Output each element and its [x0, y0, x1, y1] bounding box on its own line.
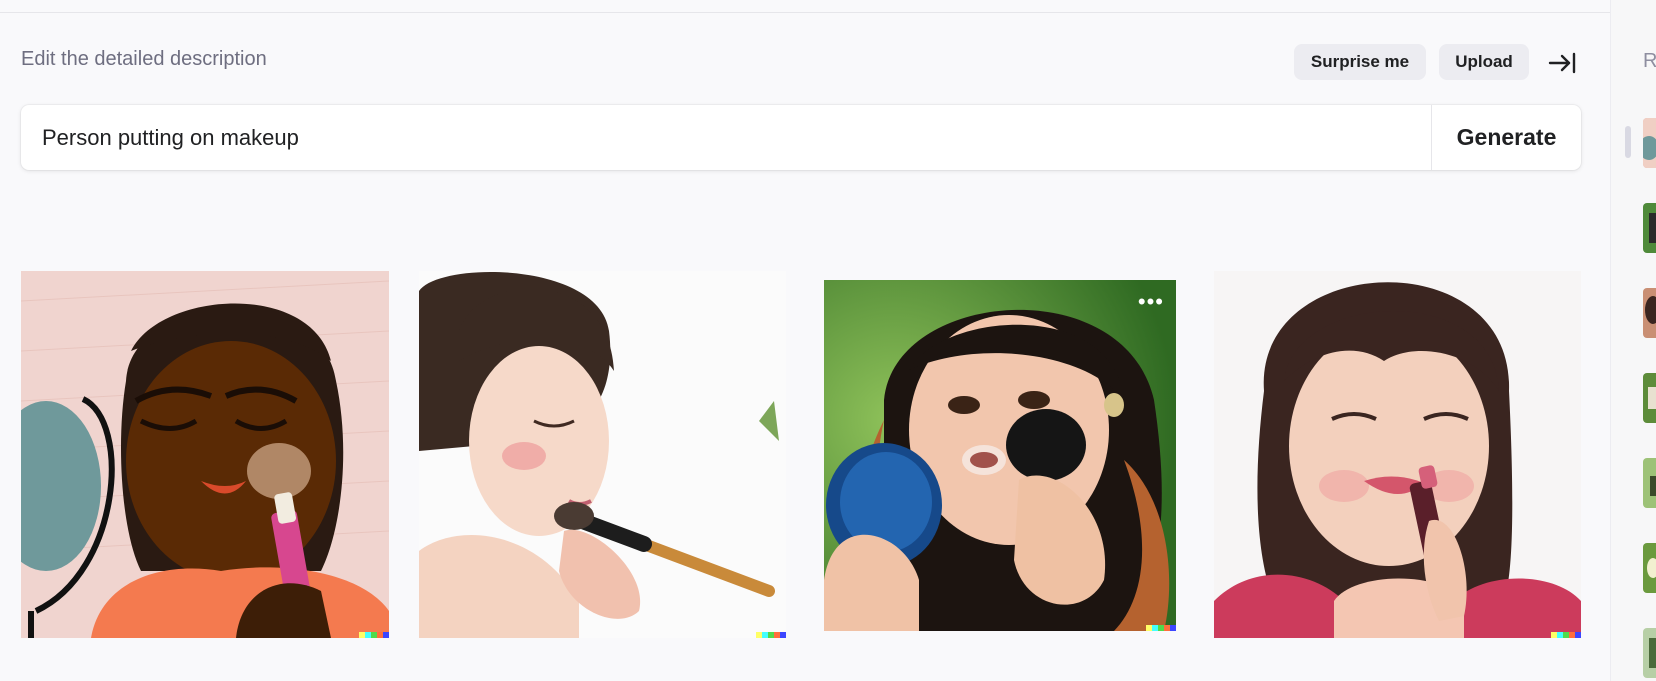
prompt-bar: Generate: [21, 105, 1581, 170]
generated-image-2[interactable]: [419, 271, 786, 638]
history-thumbnail[interactable]: [1643, 543, 1656, 593]
history-thumbnail[interactable]: [1643, 628, 1656, 678]
dalle-signature: [1146, 625, 1176, 631]
upload-button[interactable]: Upload: [1439, 44, 1529, 80]
generated-image-4[interactable]: [1214, 271, 1581, 638]
more-options-icon[interactable]: •••: [1138, 291, 1164, 313]
history-thumbnail[interactable]: [1643, 118, 1656, 168]
prompt-input[interactable]: [42, 105, 1422, 170]
history-thumbnail[interactable]: [1643, 373, 1656, 423]
history-sidebar: R: [1610, 0, 1656, 681]
main-panel: Edit the detailed description Surprise m…: [0, 0, 1610, 681]
surprise-me-button[interactable]: Surprise me: [1294, 44, 1426, 80]
history-thumbnail[interactable]: [1643, 288, 1656, 338]
dalle-signature: [1551, 632, 1581, 638]
sidebar-heading: R: [1643, 50, 1656, 72]
generated-image-3[interactable]: •••: [824, 280, 1176, 631]
collapse-sidebar-icon[interactable]: [1547, 49, 1577, 77]
sidebar-scrollbar[interactable]: [1625, 126, 1631, 158]
dalle-signature: [756, 632, 786, 638]
section-label: Edit the detailed description: [21, 48, 267, 70]
generate-button[interactable]: Generate: [1432, 105, 1581, 170]
history-thumbnail[interactable]: [1643, 203, 1656, 253]
dalle-signature: [359, 632, 389, 638]
top-divider: [0, 12, 1610, 13]
generated-image-1[interactable]: [21, 271, 389, 638]
history-thumbnail[interactable]: [1643, 458, 1656, 508]
